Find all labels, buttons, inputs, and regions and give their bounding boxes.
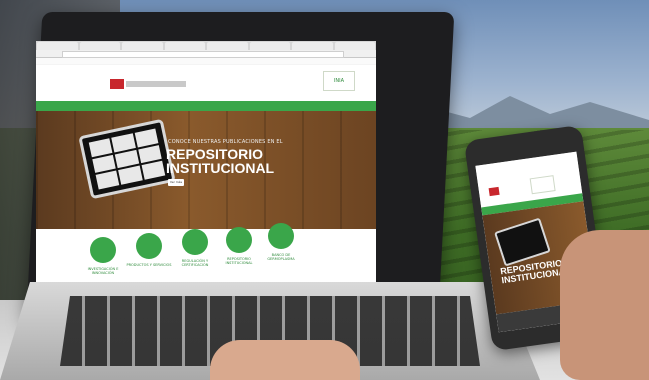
hero-kicker: CONOCE NUESTRAS PUBLICACIONES EN EL: [168, 139, 283, 145]
tablet-book-grid: [88, 128, 166, 190]
browser-tab[interactable]: [122, 42, 163, 50]
browser-tabs: [36, 41, 376, 50]
repository-icon[interactable]: [226, 227, 252, 253]
browser-tab[interactable]: [334, 42, 375, 50]
certification-icon[interactable]: [182, 229, 208, 255]
products-icon[interactable]: [136, 233, 162, 259]
hand-holding-phone: [560, 230, 649, 380]
icon-label: PRODUCTOS Y SERVICIOS: [126, 263, 172, 267]
browser-tab[interactable]: [292, 42, 333, 50]
site-header: INIA: [36, 65, 376, 101]
research-icon[interactable]: [90, 237, 116, 263]
icon-label: REGULACIÓN Y CERTIFICACIÓN: [181, 259, 209, 267]
laptop-screen: INIA CONOCE NUESTRAS PUBLICACIONES EN EL…: [36, 41, 376, 299]
icon-label: INVESTIGACIÓN E INNOVACIÓN: [87, 267, 119, 275]
address-bar: [36, 50, 376, 58]
browser-tab[interactable]: [37, 42, 78, 50]
phone-inia-logo[interactable]: [529, 175, 556, 195]
government-logo[interactable]: [110, 79, 124, 89]
germplasm-icon[interactable]: [268, 223, 294, 249]
phone-tablet-image: [494, 217, 551, 267]
hero-title: REPOSITORIO INSTITUCIONAL: [166, 147, 274, 175]
icon-label: BANCO DE GERMOPLASMA: [267, 253, 295, 261]
hands-on-keyboard: [210, 340, 360, 380]
bookmarks-bar: [36, 58, 376, 64]
url-input[interactable]: [62, 51, 344, 58]
browser-tab[interactable]: [249, 42, 290, 50]
browser-tab[interactable]: [79, 42, 120, 50]
browser-tab[interactable]: [164, 42, 205, 50]
phone-government-logo[interactable]: [488, 186, 500, 197]
hero-banner: CONOCE NUESTRAS PUBLICACIONES EN EL REPO…: [36, 111, 376, 229]
hero-title-line2: INSTITUCIONAL: [166, 160, 275, 176]
ministry-name: [126, 81, 186, 87]
icon-label: REPOSITORIO INSTITUCIONAL: [225, 257, 253, 265]
browser-tab[interactable]: [207, 42, 248, 50]
site-navigation[interactable]: [36, 101, 376, 111]
hero-title-line1: REPOSITORIO: [166, 146, 263, 162]
hero-more-button[interactable]: Ver más: [168, 179, 184, 186]
inia-logo[interactable]: INIA: [323, 71, 355, 91]
photo-scene: INIA CONOCE NUESTRAS PUBLICACIONES EN EL…: [0, 0, 649, 380]
